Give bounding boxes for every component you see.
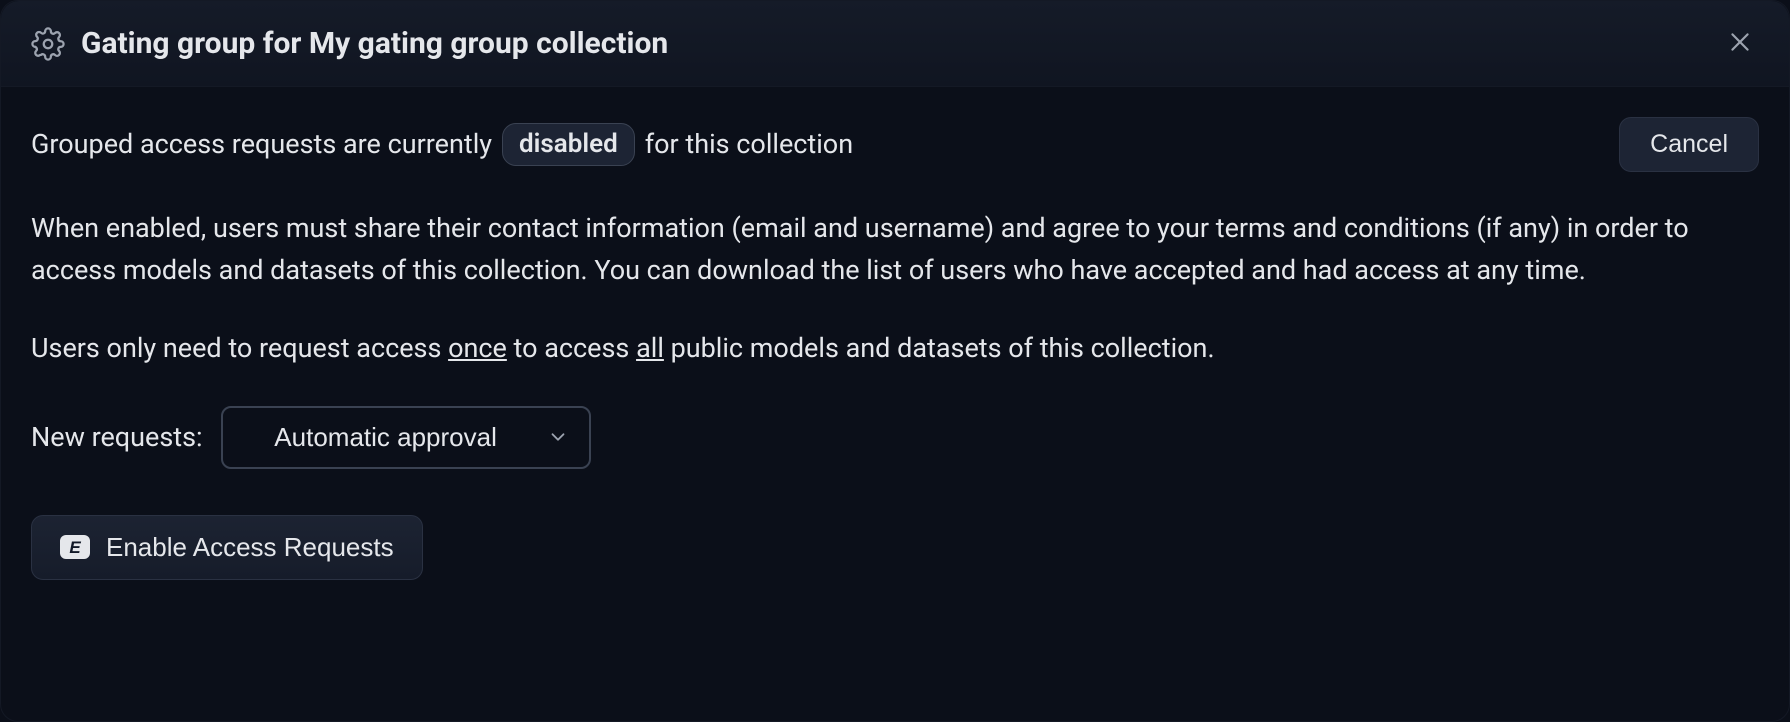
gating-group-icon <box>31 27 65 61</box>
p2-pre: Users only need to request access <box>31 332 448 364</box>
p2-all: all <box>636 332 664 364</box>
status-pill: disabled <box>502 123 635 165</box>
modal-header: Gating group for My gating group collect… <box>1 1 1789 87</box>
header-left: Gating group for My gating group collect… <box>31 26 668 61</box>
modal-title: Gating group for My gating group collect… <box>81 26 668 61</box>
enable-keyboard-badge-icon: E <box>60 535 90 559</box>
status-prefix: Grouped access requests are currently <box>31 128 492 160</box>
close-button[interactable] <box>1721 23 1759 64</box>
gating-group-modal: Gating group for My gating group collect… <box>0 0 1790 722</box>
approval-select[interactable]: Automatic approval <box>221 406 591 469</box>
p2-once: once <box>448 332 507 364</box>
approval-select-wrap: Automatic approval <box>221 406 591 469</box>
description-paragraph-2: Users only need to request access once t… <box>31 328 1759 370</box>
new-requests-label: New requests: <box>31 421 203 453</box>
p2-mid: to access <box>507 332 636 364</box>
p2-post: public models and datasets of this colle… <box>664 332 1215 364</box>
new-requests-row: New requests: Automatic approval <box>31 406 1759 469</box>
status-text: Grouped access requests are currently di… <box>31 123 853 165</box>
status-suffix: for this collection <box>645 128 853 160</box>
cancel-button[interactable]: Cancel <box>1619 117 1759 172</box>
enable-button-label: Enable Access Requests <box>106 532 394 563</box>
modal-body: Grouped access requests are currently di… <box>1 87 1789 610</box>
description-paragraph-1: When enabled, users must share their con… <box>31 208 1759 292</box>
enable-access-requests-button[interactable]: E Enable Access Requests <box>31 515 423 580</box>
status-row: Grouped access requests are currently di… <box>31 117 1759 172</box>
close-icon <box>1727 29 1753 58</box>
actions-row: E Enable Access Requests <box>31 515 1759 580</box>
